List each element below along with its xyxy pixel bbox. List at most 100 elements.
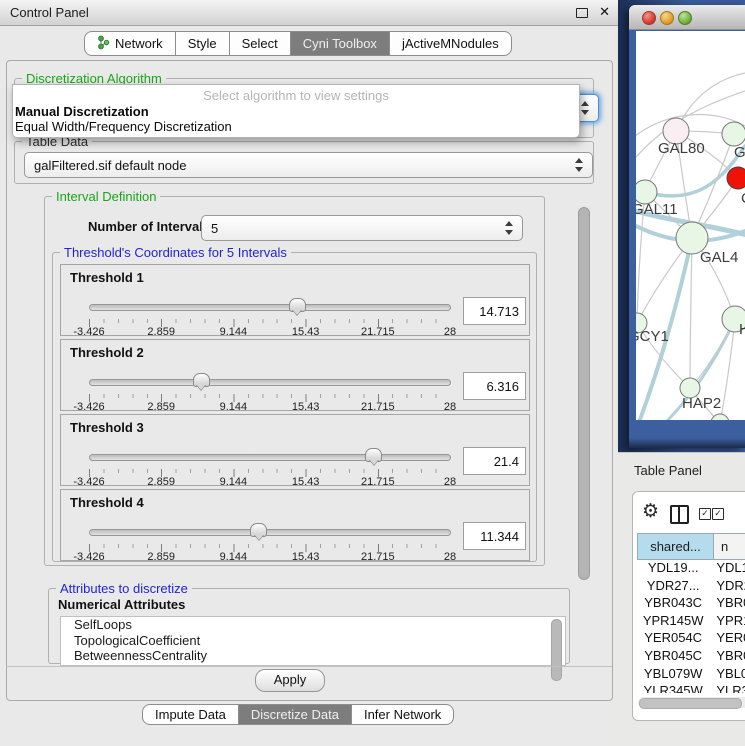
column-header-name[interactable]: n: [714, 533, 745, 560]
tab-select[interactable]: Select: [230, 31, 291, 56]
list-item[interactable]: SelfLoops: [61, 617, 565, 633]
table-row[interactable]: YPR145WYPR1: [637, 613, 745, 631]
list-item[interactable]: TopologicalCoefficient: [61, 633, 565, 649]
stepper-icon: [505, 221, 514, 235]
table-cell: YER054C: [637, 630, 709, 648]
threshold-value-field[interactable]: 21.4: [463, 447, 526, 475]
table-data-combobox[interactable]: galFiltered.sif default node: [24, 152, 593, 178]
apply-button[interactable]: Apply: [255, 669, 325, 692]
dropdown-option-manual[interactable]: Manual Discretization: [15, 104, 149, 119]
content-divider: [6, 666, 612, 667]
thresholds-group-title: Threshold's Coordinates for 5 Intervals: [60, 245, 291, 260]
tick-label: -3.426: [73, 551, 104, 563]
slider-thumb[interactable]: [289, 298, 306, 312]
tick-label: 28: [444, 476, 456, 488]
column-header-shared-name[interactable]: shared...: [637, 533, 714, 560]
network-node-c[interactable]: [727, 167, 745, 189]
table-row[interactable]: YDR27...YDR2: [637, 578, 745, 596]
vertical-scrollbar[interactable]: [578, 207, 590, 580]
tick-label: 2.859: [147, 476, 175, 488]
table-row[interactable]: YBR043CYBR0: [637, 595, 745, 613]
tick-label: -3.426: [73, 326, 104, 338]
window-bottom-shadow: [629, 438, 745, 448]
horizontal-scrollbar-thumb[interactable]: [639, 698, 742, 709]
number-of-intervals-combobox[interactable]: 5: [201, 215, 523, 241]
node-label: GA: [734, 144, 745, 161]
threshold-label: Threshold 2: [70, 345, 144, 360]
tick-label: 15.43: [292, 551, 320, 563]
threshold-label: Threshold 4: [70, 495, 144, 510]
dropdown-option-equal-width[interactable]: Equal Width/Frequency Discretization: [15, 119, 232, 134]
close-traffic-light-icon[interactable]: [642, 11, 656, 25]
gear-icon[interactable]: ⚙: [642, 502, 659, 521]
stepper-icon: [581, 101, 590, 115]
threshold-3-slider[interactable]: [89, 448, 449, 468]
slider-tick-labels: -3.4262.8599.14415.4321.71528: [89, 474, 450, 486]
table-cell: YDR27...: [637, 578, 709, 596]
table-row[interactable]: YBR045CYBR0: [637, 648, 745, 666]
node-label: GAL80: [658, 140, 705, 157]
threshold-2-slider[interactable]: [89, 373, 449, 393]
tab-style[interactable]: Style: [176, 31, 230, 56]
tab-jactivemnodules[interactable]: jActiveMNodules: [390, 31, 512, 56]
threshold-value-field[interactable]: 14.713: [463, 297, 526, 325]
table-cell: YBL079W: [637, 666, 709, 684]
table-cell: YLR3: [709, 683, 745, 693]
slider-thumb[interactable]: [250, 523, 267, 537]
table-rows[interactable]: YDL19...YDL1YDR27...YDR2YBR043CYBR0YPR14…: [637, 560, 745, 693]
node-label: HAP2: [682, 395, 721, 412]
tab-infer-network[interactable]: Infer Network: [352, 704, 454, 725]
threshold-1-slider[interactable]: [89, 298, 449, 318]
network-node-ga[interactable]: [722, 122, 745, 146]
network-graph: GAL80GACGAL11GAL4GCY1HHAP2: [636, 31, 745, 420]
node-label: GAL11: [636, 201, 678, 218]
tab-network[interactable]: Network: [84, 31, 176, 56]
slider-thumb[interactable]: [365, 448, 382, 462]
network-node[interactable]: [711, 414, 729, 420]
tab-impute-data[interactable]: Impute Data: [142, 704, 239, 725]
tick-label: 9.144: [220, 476, 248, 488]
table-row[interactable]: YLR345WYLR3: [637, 683, 745, 693]
table-row[interactable]: YDL19...YDL1: [637, 560, 745, 578]
tab-label: Select: [242, 36, 278, 51]
network-canvas[interactable]: GAL80GACGAL11GAL4GCY1HHAP2: [636, 31, 745, 420]
numerical-attributes-list[interactable]: SelfLoopsTopologicalCoefficientBetweenne…: [60, 616, 566, 666]
slider-thumb[interactable]: [193, 373, 210, 387]
tab-label: jActiveMNodules: [402, 36, 499, 51]
checkbox-icon[interactable]: ✓: [699, 508, 711, 520]
table-panel-body: ⚙ ✓ ✓ shared... n YDL19...YDL1YDR27...YD…: [632, 491, 745, 721]
horizontal-scrollbar[interactable]: [638, 697, 745, 708]
tick-label: 21.715: [361, 551, 395, 563]
slider-track: [89, 454, 451, 461]
dropdown-hint: Select algorithm to view settings: [13, 88, 579, 103]
table-row[interactable]: YBL079WYBL0: [637, 666, 745, 684]
table-cell: YLR345W: [637, 683, 709, 693]
checkbox-icon[interactable]: ✓: [712, 508, 724, 520]
tab-discretize-data[interactable]: Discretize Data: [239, 704, 352, 725]
table-cell: YBR043C: [637, 595, 709, 613]
node-label: H: [739, 321, 745, 338]
minimize-traffic-light-icon[interactable]: [660, 11, 674, 25]
float-window-icon[interactable]: [576, 8, 588, 18]
tick-label: 21.715: [361, 326, 395, 338]
top-tabs: NetworkStyle Select Cyni Toolbox jActiveMNo…: [84, 31, 512, 56]
zoom-traffic-light-icon[interactable]: [678, 11, 692, 25]
tab-label: Infer Network: [364, 707, 441, 722]
attributes-group-title: Attributes to discretize: [56, 581, 192, 596]
list-item[interactable]: BetweennessCentrality: [61, 648, 565, 664]
tab-cyni-toolbox[interactable]: Cyni Toolbox: [291, 31, 390, 56]
number-of-intervals-value: 5: [211, 221, 218, 236]
threshold-value-field[interactable]: 6.316: [463, 372, 526, 400]
node-label: GCY1: [636, 328, 669, 345]
split-panel-icon[interactable]: [670, 505, 689, 524]
tick-label: 28: [444, 401, 456, 413]
tick-label: 9.144: [220, 401, 248, 413]
close-icon[interactable]: ✕: [599, 4, 610, 20]
table-cell: YBR0: [709, 648, 745, 666]
table-cell: YDL19...: [637, 560, 709, 578]
threshold-value-field[interactable]: 11.344: [463, 522, 526, 550]
threshold-label: Threshold 1: [70, 270, 144, 285]
list-scrollbar[interactable]: [551, 619, 562, 681]
threshold-4-slider[interactable]: [89, 523, 449, 543]
table-row[interactable]: YER054CYER0: [637, 630, 745, 648]
